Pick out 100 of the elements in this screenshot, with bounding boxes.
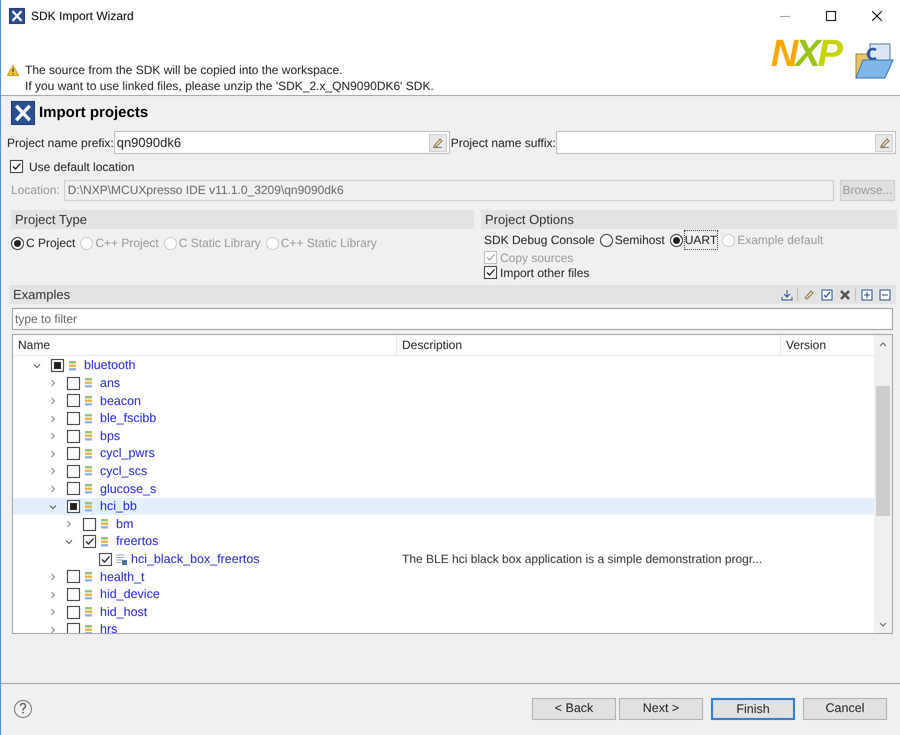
- column-header[interactable]: Version: [781, 335, 874, 355]
- logo: NXP: [770, 35, 840, 73]
- tree-row[interactable]: health_t: [13, 568, 874, 586]
- expand-all-button[interactable]: [859, 287, 874, 302]
- tree-row[interactable]: freertos: [13, 532, 874, 551]
- field-label: Project name suffix:: [450, 134, 556, 152]
- checkbox[interactable]: [83, 518, 96, 531]
- field-label: Location:: [11, 182, 60, 199]
- checkbox[interactable]: [67, 430, 80, 443]
- checkbox[interactable]: [83, 535, 96, 548]
- warning-icon: [7, 64, 19, 76]
- import-icon: [11, 101, 35, 125]
- app-icon: [9, 8, 25, 24]
- tree-item-label[interactable]: ans: [100, 374, 120, 393]
- checkbox[interactable]: [10, 160, 23, 173]
- tree-row[interactable]: hci_bb: [13, 498, 874, 516]
- import-icon: [780, 288, 792, 300]
- filter-field[interactable]: type to filter: [12, 308, 893, 330]
- tree-row[interactable]: hid_host: [13, 603, 874, 621]
- wizard-button[interactable]: Finish: [711, 698, 795, 720]
- radio-button[interactable]: UART: [670, 231, 718, 249]
- tree-item-label[interactable]: beacon: [100, 392, 142, 410]
- tree-item-label[interactable]: hid_host: [100, 602, 148, 622]
- section-header: Project Type: [11, 210, 474, 229]
- checkbox[interactable]: [67, 570, 80, 584]
- tree-item-label[interactable]: bps: [100, 426, 120, 446]
- checkbox[interactable]: [67, 606, 80, 619]
- checkbox[interactable]: [67, 376, 80, 390]
- checkbox[interactable]: [67, 447, 80, 460]
- checkbox-button[interactable]: [819, 287, 834, 302]
- wizard-button[interactable]: Cancel: [803, 698, 887, 720]
- eraser-icon: [802, 288, 814, 300]
- window-title: SDK Import Wizard: [31, 8, 134, 25]
- expand-all-icon: [860, 288, 872, 300]
- tree-row[interactable]: ble_fscibb: [13, 410, 874, 428]
- close-icon: [872, 11, 882, 21]
- checkbox-icon: [820, 288, 832, 300]
- column-header[interactable]: Name: [13, 335, 397, 355]
- checkbox[interactable]: [67, 412, 80, 426]
- chevron-up-icon: [879, 340, 887, 346]
- eraser-icon: [432, 137, 444, 148]
- tree-item-label[interactable]: bluetooth: [84, 356, 136, 376]
- checkbox[interactable]: [99, 552, 112, 566]
- tree-item-label[interactable]: hci_black_box_freertos: [131, 550, 260, 569]
- radio-button[interactable]: C Project: [11, 234, 76, 252]
- checkbox[interactable]: [67, 623, 80, 633]
- scrollbar[interactable]: [874, 335, 892, 633]
- checkbox[interactable]: [67, 500, 80, 514]
- tree-row[interactable]: cycl_scs: [13, 462, 874, 480]
- table-cell-text: The BLE hci black box application is a simple demonstration progr...: [401, 551, 762, 568]
- tree-row[interactable]: beacon: [13, 392, 874, 410]
- checkbox-label: Use default location: [29, 158, 134, 176]
- wizard-button[interactable]: < Back: [532, 698, 616, 720]
- message-text: If you want to use linked files, please unzip the 'SDK_2.x_QN9090DK6' SDK.: [25, 78, 434, 95]
- message-text: The source from the SDK will be copied into the workspace.: [25, 62, 342, 79]
- tree-row[interactable]: ans: [13, 374, 874, 392]
- checkbox[interactable]: [67, 482, 80, 496]
- collapse-all-icon: [878, 288, 890, 300]
- tree-row[interactable]: bluetooth: [13, 357, 874, 375]
- import-button[interactable]: [779, 287, 794, 302]
- eraser-icon: [878, 137, 890, 148]
- help-icon: [19, 703, 27, 714]
- checkbox[interactable]: [484, 266, 497, 279]
- checkbox[interactable]: [67, 588, 80, 602]
- tree-item-label[interactable]: cycl_scs: [100, 462, 148, 481]
- tree-row[interactable]: cycl_pwrs: [13, 444, 874, 463]
- tree-row[interactable]: bm: [13, 515, 874, 533]
- tree-item-label[interactable]: hrs: [100, 620, 118, 633]
- tree-item-label[interactable]: cycl_pwrs: [100, 444, 155, 464]
- tree-row[interactable]: bps: [13, 427, 874, 445]
- checkbox[interactable]: [67, 464, 80, 478]
- collapse-all-button[interactable]: [877, 287, 892, 302]
- option-label: SDK Debug Console: [484, 232, 595, 249]
- prefix-field[interactable]: qn9090dk6: [114, 131, 450, 154]
- section-header: Project Options: [481, 210, 897, 229]
- section-header: Examples: [13, 286, 72, 304]
- tree-item-label[interactable]: hci_bb: [100, 497, 137, 516]
- tree-row[interactable]: hid_device: [13, 586, 874, 604]
- tree-row[interactable]: hrs: [13, 620, 874, 633]
- radio-button[interactable]: Semihost: [600, 231, 665, 249]
- checkbox[interactable]: [51, 359, 64, 372]
- checkbox-label: Copy sources: [500, 250, 574, 266]
- column-header[interactable]: Description: [397, 335, 781, 355]
- checkbox-label: Import other files: [500, 264, 590, 282]
- tree-item-label[interactable]: glucose_s: [100, 480, 156, 498]
- chevron-down-icon: [879, 622, 887, 628]
- tree-item-label[interactable]: hid_device: [100, 585, 160, 604]
- maximize-icon: [826, 11, 836, 21]
- tree-item-label[interactable]: health_t: [100, 568, 144, 586]
- wizard-button[interactable]: Next >: [619, 698, 703, 720]
- checkbox[interactable]: [67, 394, 80, 408]
- tree-row[interactable]: glucose_s: [13, 480, 874, 498]
- tree-row[interactable]: hci_black_box_freertos The BLE hci black box application is a simple demonstration progr...: [13, 550, 874, 568]
- tree-item-label[interactable]: ble_fscibb: [100, 409, 156, 428]
- scrollbar-thumb[interactable]: [876, 386, 890, 516]
- tree-item-label[interactable]: freertos: [116, 532, 158, 552]
- tree-item-label[interactable]: bm: [116, 514, 134, 534]
- suffix-field[interactable]: [556, 131, 896, 154]
- help-button[interactable]: [14, 700, 32, 718]
- field-label: Project name prefix:: [7, 134, 114, 152]
